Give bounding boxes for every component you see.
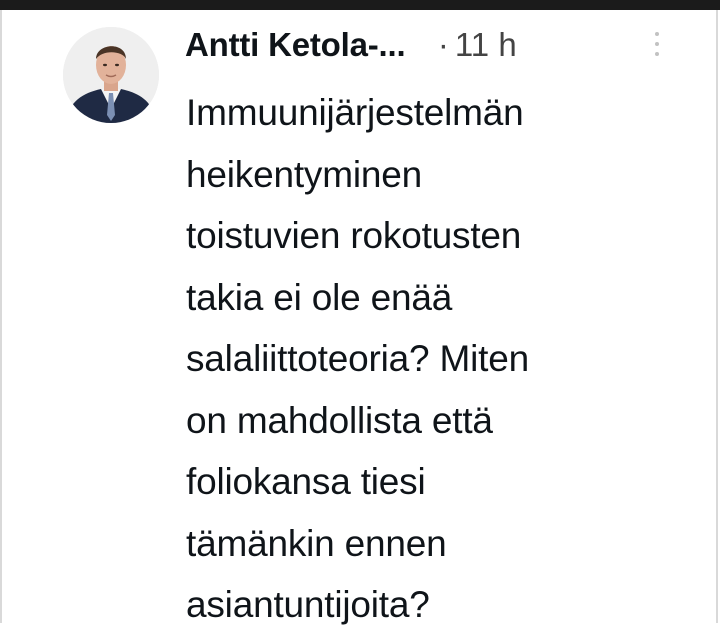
tweet-line: foliokansa tiesi	[186, 461, 426, 502]
more-options-icon[interactable]	[652, 32, 662, 66]
avatar[interactable]	[63, 27, 159, 123]
tweet-line: heikentyminen	[186, 153, 422, 195]
tweet-line: takia ei ole enää	[186, 276, 453, 318]
tweet-meta: · 11 h	[438, 25, 517, 65]
tweet[interactable]: Antti Ketola-... · 11 h Immuunijärjestelm…	[2, 10, 716, 625]
tweet-header: Antti Ketola-... · 11 h	[185, 25, 665, 65]
tweet-line: tämänkin ennen	[186, 522, 447, 564]
tweet-line: asiantuntijoita?	[186, 584, 430, 625]
meta-separator: ·	[437, 26, 449, 63]
tweet-text: Immuunijärjestelmän heikentyminen toistu…	[186, 82, 686, 625]
more-dot	[655, 52, 659, 56]
more-dot	[655, 42, 659, 46]
tweet-card: Antti Ketola-... · 11 h Immuunijärjestelm…	[0, 10, 718, 625]
avatar-photo	[63, 27, 159, 123]
tweet-line: salaliittoteoria? Miten	[186, 338, 529, 379]
tweet-line: toistuvien rokotusten	[186, 215, 522, 256]
top-strip	[0, 0, 720, 10]
author-name[interactable]: Antti Ketola-...	[185, 25, 406, 65]
tweet-line: on mahdollista että	[186, 399, 493, 441]
tweet-line: Immuunijärjestelmän	[186, 92, 524, 133]
tweet-timestamp[interactable]: 11 h	[455, 26, 517, 63]
more-dot	[655, 32, 659, 36]
